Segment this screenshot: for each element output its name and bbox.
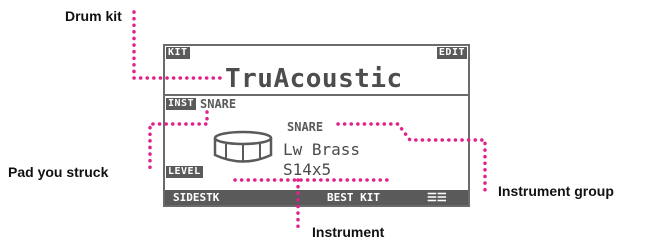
- leader-drum-kit: [132, 10, 223, 80]
- leader-pad-you-struck: [148, 110, 209, 172]
- leader-lines: [132, 10, 487, 230]
- leader-instrument-group: [336, 122, 487, 194]
- leader-instrument: [233, 178, 392, 230]
